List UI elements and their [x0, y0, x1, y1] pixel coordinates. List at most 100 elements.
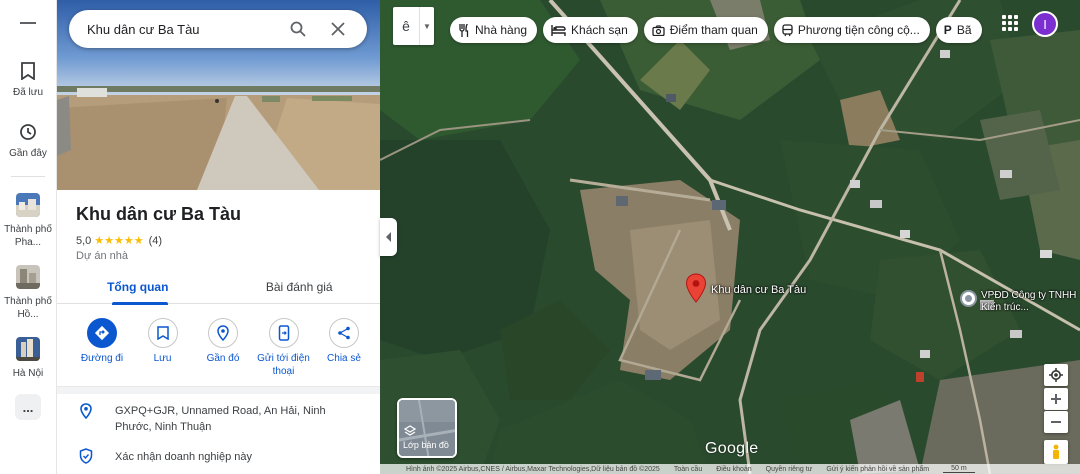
chip-transit[interactable]: Phương tiện công cộ...	[773, 17, 930, 43]
history-icon	[17, 121, 39, 143]
directions-label: Đường đi	[80, 353, 124, 364]
restaurant-icon	[458, 23, 470, 37]
category-chips: Nhà hàng Khách sạn Điểm tham quan Phương…	[450, 17, 982, 43]
recent-place-thumbnail	[16, 337, 40, 361]
chip-label: Điểm tham quan	[669, 23, 758, 37]
review-count[interactable]: (4)	[149, 235, 162, 247]
nearby-label: Gần đó	[206, 353, 240, 364]
recent-place-1[interactable]: Thành phố Pha...	[0, 193, 57, 249]
verify-business-text: Xác nhận doanh nghiệp này	[115, 451, 253, 463]
save-button[interactable]: Lưu	[134, 318, 192, 378]
tab-overview[interactable]: Tổng quan	[57, 270, 219, 305]
close-icon[interactable]	[327, 18, 349, 40]
share-icon	[329, 318, 359, 348]
saved-label: Đã lưu	[12, 87, 44, 98]
scale-bar[interactable]: 50 m	[943, 465, 975, 473]
place-rating: 5,0 ★★★★★ (4)	[76, 234, 162, 248]
left-rail: Đã lưu Gần đây Thành phố Pha... Thành ph…	[0, 0, 57, 474]
chip-label: Nhà hàng	[475, 23, 528, 37]
chip-attractions[interactable]: Điểm tham quan	[643, 17, 768, 43]
more-button[interactable]: ...	[15, 394, 41, 420]
nearby-button[interactable]: Gần đó	[194, 318, 252, 378]
language-value: ê	[402, 18, 410, 34]
saved-button[interactable]: Đã lưu	[0, 60, 57, 99]
minus-icon	[1051, 421, 1061, 423]
recents-button[interactable]: Gần đây	[0, 121, 57, 160]
directions-button[interactable]: Đường đi	[73, 318, 131, 378]
bookmark-icon	[17, 60, 39, 82]
rating-stars-icon: ★★★★★	[94, 235, 144, 247]
imagery-attribution: Hình ảnh ©2025 Airbus,CNES / Airbus,Maxa…	[406, 465, 660, 473]
map-canvas[interactable]: ê ▼ Nhà hàng Khách sạn Điểm tham quan Ph…	[380, 0, 1080, 474]
pegman-icon	[1053, 444, 1059, 459]
recent-place-label: Thành phố Pha...	[4, 224, 52, 248]
footer-privacy-link[interactable]: Quyền riêng tư	[766, 466, 813, 473]
tab-reviews[interactable]: Bài đánh giá	[219, 270, 381, 304]
chip-parking[interactable]: P Bã	[935, 17, 982, 43]
location-pin-icon	[77, 403, 95, 421]
place-photo[interactable]: Khu dân cư Ba Tàu	[57, 0, 380, 190]
recent-place-thumbnail	[16, 193, 40, 217]
search-input[interactable]: Khu dân cư Ba Tàu	[87, 22, 287, 37]
phone-icon	[268, 318, 299, 348]
place-pin-icon[interactable]	[685, 273, 707, 303]
street-view-button[interactable]	[1044, 440, 1068, 464]
nearby-icon	[208, 318, 238, 348]
layers-button[interactable]: Lớp bản đồ	[397, 398, 457, 458]
layers-label: Lớp bản đồ	[403, 440, 449, 450]
google-logo: Google	[705, 440, 759, 457]
recent-place-thumbnail	[16, 265, 40, 289]
address-row[interactable]: GXPQ+GJR, Unnamed Road, An Hải, Ninh Phư…	[77, 403, 345, 435]
menu-icon[interactable]	[17, 12, 39, 34]
zoom-out-button[interactable]	[1044, 411, 1068, 433]
address-text: GXPQ+GJR, Unnamed Road, An Hải, Ninh Phư…	[115, 405, 326, 433]
section-divider	[57, 386, 380, 394]
crosshair-icon	[1049, 368, 1063, 382]
send-to-phone-label: Gửi tới điện thoại	[257, 353, 310, 377]
directions-icon	[87, 318, 117, 348]
save-label: Lưu	[153, 353, 172, 364]
verify-business-row[interactable]: Xác nhận doanh nghiệp này	[77, 448, 252, 466]
poi-label: VPĐD Công ty TNHH Kiến trúc...	[981, 290, 1077, 313]
poi-icon	[960, 290, 977, 307]
place-panel: Khu dân cư Ba Tàu Khu dân cư Ba Tàu 5,0 …	[57, 0, 380, 474]
chip-restaurants[interactable]: Nhà hàng	[450, 17, 538, 43]
chip-label: Bã	[956, 23, 972, 37]
zoom-in-button[interactable]	[1044, 388, 1068, 410]
maps-app: Đã lưu Gần đây Thành phố Pha... Thành ph…	[0, 0, 1080, 474]
footer-terms-link[interactable]: Điều khoản	[716, 466, 751, 473]
pin-label[interactable]: Khu dân cư Ba Tàu	[711, 284, 806, 296]
place-actions: Đường đi Lưu Gần đó Gửi tới điện thoại C…	[73, 318, 373, 378]
recent-place-label: Hà Nội	[12, 368, 44, 379]
account-avatar[interactable]: I	[1032, 11, 1058, 37]
language-select[interactable]: ê ▼	[393, 7, 434, 45]
chevron-down-icon[interactable]: ▼	[419, 7, 434, 45]
chip-hotels[interactable]: Khách sạn	[543, 17, 638, 43]
collapse-panel-button[interactable]	[380, 218, 397, 256]
footer-feedback-link[interactable]: Gửi ý kiến phản hồi về sản phẩm	[826, 466, 929, 473]
apps-grid-icon[interactable]	[1000, 13, 1020, 33]
satellite-imagery	[380, 0, 1080, 474]
footer-security-link[interactable]: Toàn cầu	[674, 466, 702, 473]
send-to-phone-button[interactable]: Gửi tới điện thoại	[255, 318, 313, 378]
recents-label: Gần đây	[9, 148, 47, 159]
search-box[interactable]: Khu dân cư Ba Tàu	[69, 10, 367, 48]
chip-label: Phương tiện công cộ...	[797, 23, 920, 37]
map-footer: Hình ảnh ©2025 Airbus,CNES / Airbus,Maxa…	[380, 464, 1080, 474]
share-button[interactable]: Chia sẻ	[315, 318, 373, 378]
share-label: Chia sẻ	[327, 353, 361, 364]
poi-marker[interactable]: VPĐD Công ty TNHH Kiến trúc...	[960, 290, 1080, 314]
parking-icon: P	[943, 23, 952, 37]
search-icon[interactable]	[287, 18, 309, 40]
recent-place-3[interactable]: Hà Nội	[0, 337, 57, 380]
transit-icon	[782, 23, 793, 37]
place-category[interactable]: Dự án nhà	[76, 250, 128, 262]
recent-place-2[interactable]: Thành phố Hồ...	[0, 265, 57, 321]
my-location-button[interactable]	[1044, 364, 1068, 386]
recent-place-label: Thành phố Hồ...	[4, 296, 52, 320]
shield-check-icon	[77, 448, 95, 466]
chevron-left-icon	[385, 232, 391, 242]
chip-label: Khách sạn	[571, 23, 628, 37]
rating-value: 5,0	[76, 234, 92, 247]
place-tabs: Tổng quan Bài đánh giá	[57, 270, 381, 305]
